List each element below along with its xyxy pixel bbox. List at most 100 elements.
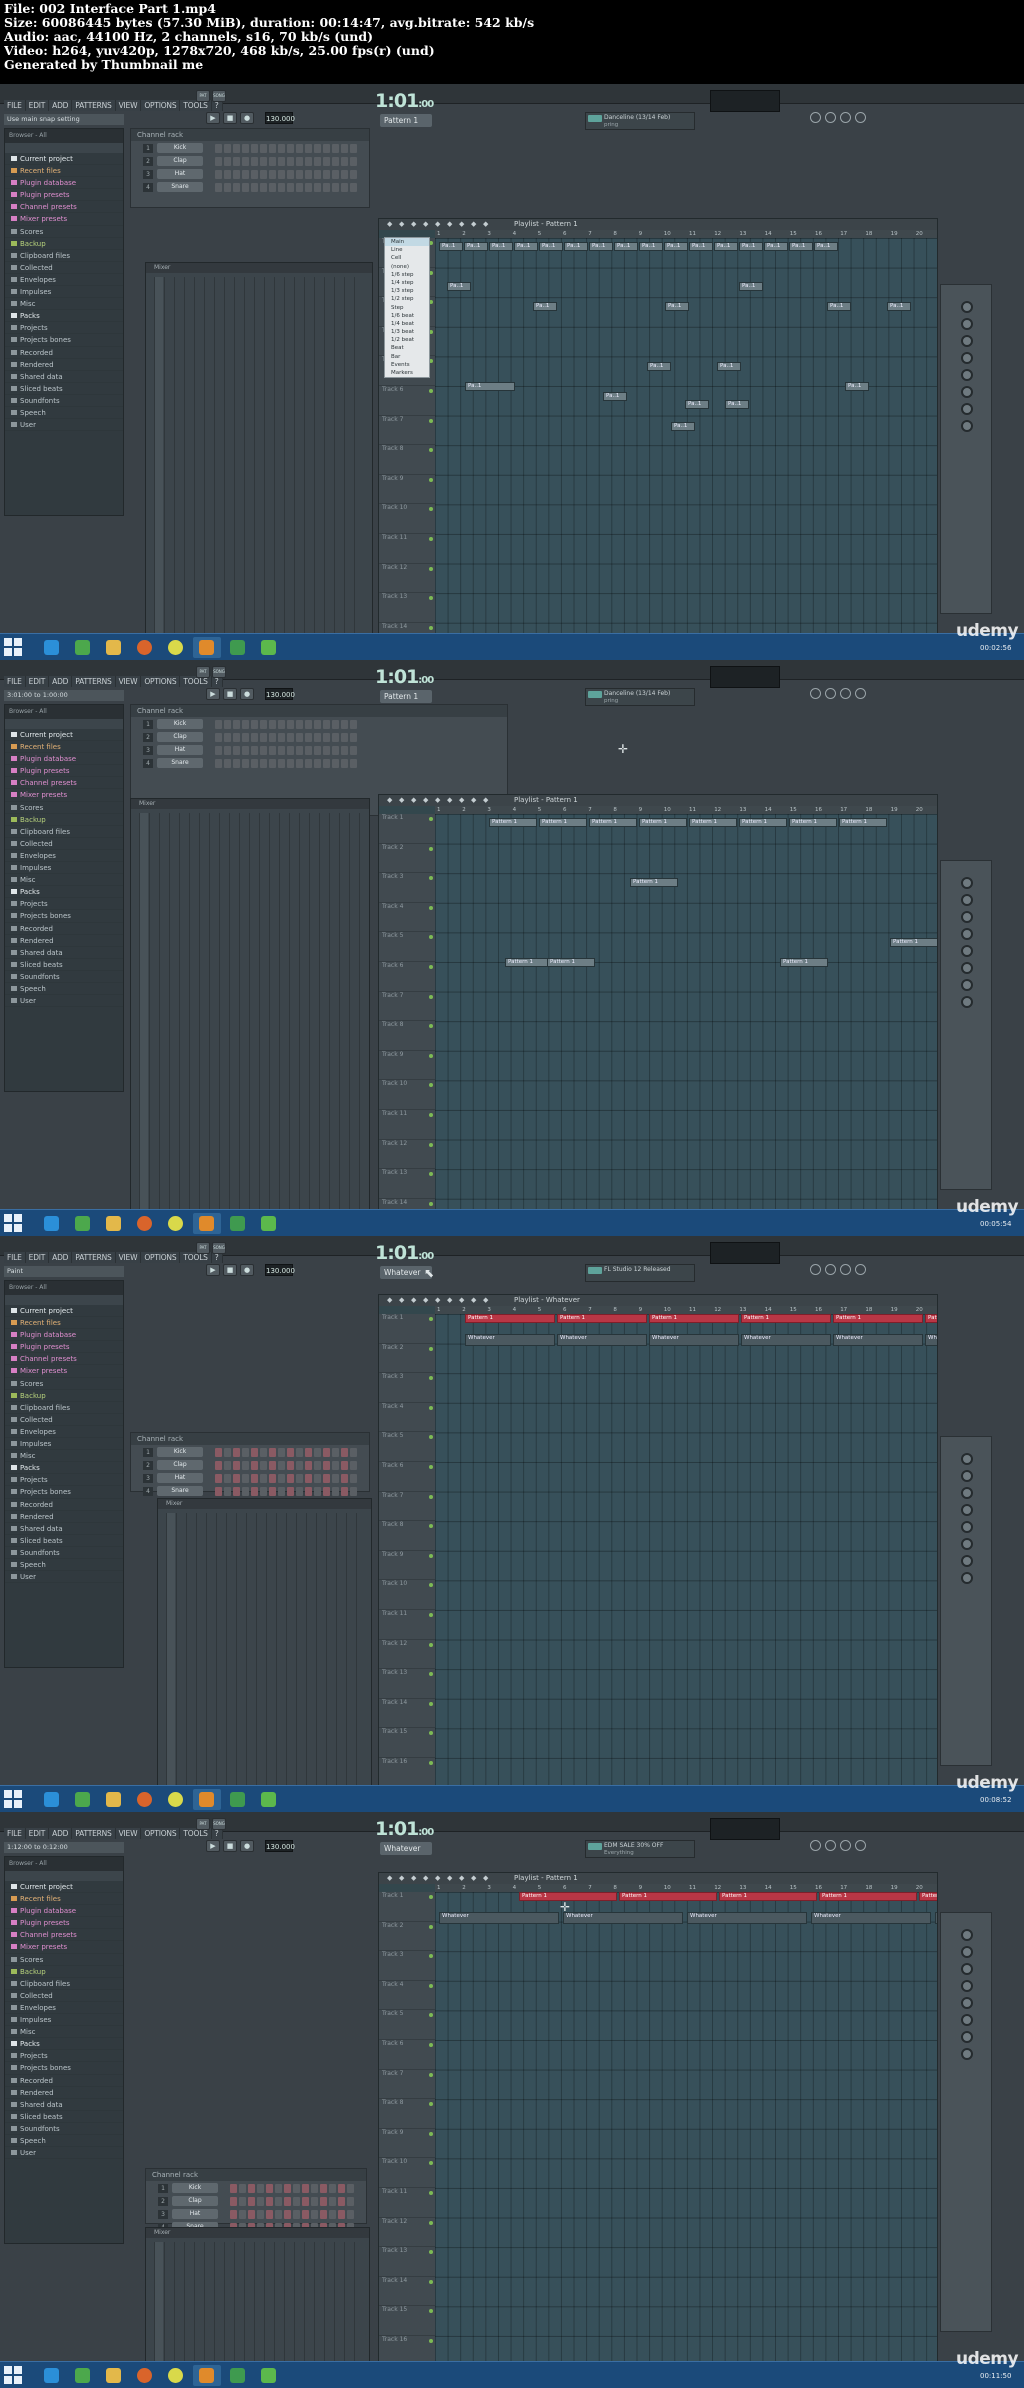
pattern-clip[interactable]: Whatever — [557, 1334, 647, 1346]
track-header[interactable]: Track 6 — [379, 2040, 435, 2070]
browser-item[interactable]: Impulses — [5, 286, 123, 299]
browser-item[interactable]: Clipboard files — [5, 250, 123, 262]
track-header[interactable]: Track 9 — [379, 2129, 435, 2159]
step-button[interactable] — [233, 183, 240, 192]
browser-item[interactable]: Mixer presets — [5, 1365, 123, 1378]
step-button[interactable] — [341, 1487, 348, 1496]
snap-option[interactable]: Step — [385, 304, 429, 312]
play-button[interactable]: ▶ — [206, 688, 220, 700]
step-button[interactable] — [260, 1461, 267, 1470]
step-button[interactable] — [278, 144, 285, 153]
browser-item[interactable]: Soundfonts — [5, 1547, 123, 1559]
step-button[interactable] — [314, 746, 321, 755]
mixer-strip[interactable] — [234, 277, 243, 651]
track-header[interactable]: Track 5 — [379, 1432, 435, 1462]
track-header[interactable]: Track 16 — [379, 1758, 435, 1788]
pattern-clip[interactable]: Pattern 1 — [839, 818, 887, 827]
step-button[interactable] — [224, 144, 231, 153]
insert-knob[interactable] — [961, 877, 973, 889]
step-button[interactable] — [305, 746, 312, 755]
windows-start-icon[interactable] — [4, 1214, 22, 1232]
step-button[interactable] — [305, 733, 312, 742]
snap-option[interactable]: 1/2 beat — [385, 336, 429, 344]
store-icon[interactable] — [69, 1789, 97, 1810]
step-button[interactable] — [251, 144, 258, 153]
mute-icon[interactable]: ◆ — [435, 1874, 440, 1882]
pattern-clip[interactable]: Pa..1 — [447, 282, 471, 291]
step-button[interactable] — [224, 746, 231, 755]
step-button[interactable] — [215, 733, 222, 742]
insert-knob[interactable] — [961, 1963, 973, 1975]
mixer-strip[interactable] — [196, 1513, 205, 1803]
step-button[interactable] — [266, 2184, 273, 2193]
pattern-clip[interactable]: Pattern 1 — [489, 818, 537, 827]
mixer-strip[interactable] — [254, 2242, 263, 2379]
mixer-strip[interactable] — [194, 2242, 203, 2379]
step-button[interactable] — [215, 1448, 222, 1457]
channel-mixer-number[interactable]: 4 — [143, 759, 153, 768]
step-button[interactable] — [275, 2197, 282, 2206]
browser-item[interactable]: Projects bones — [5, 2062, 123, 2075]
pattern-clip[interactable]: Pa..1 — [533, 302, 557, 311]
mixer-strip[interactable] — [176, 1513, 185, 1803]
pattern-clip[interactable]: Pattern 1 — [649, 1314, 739, 1323]
insert-knob[interactable] — [961, 996, 973, 1008]
step-button[interactable] — [260, 183, 267, 192]
paint-icon[interactable]: ◆ — [411, 220, 416, 228]
browser-item[interactable]: Plugin presets — [5, 189, 123, 202]
zoom-icon[interactable]: ◆ — [471, 1296, 476, 1304]
step-button[interactable] — [269, 170, 276, 179]
help-icon[interactable] — [855, 112, 866, 123]
pattern-clip[interactable]: Whatever — [833, 1334, 923, 1346]
pattern-clip[interactable]: Pattern 1 — [619, 1892, 717, 1901]
snap-option[interactable]: 1/4 beat — [385, 320, 429, 328]
mixer-strip[interactable] — [154, 277, 163, 651]
mixer-strip[interactable] — [264, 277, 273, 651]
mixer-strip[interactable] — [174, 277, 183, 651]
browser-item[interactable]: Collected — [5, 1990, 123, 2002]
browser-item[interactable]: User — [5, 995, 123, 1008]
step-button[interactable] — [230, 2210, 237, 2219]
step-button[interactable] — [260, 1487, 267, 1496]
mixer-strip[interactable] — [234, 2242, 243, 2379]
channel-name-button[interactable]: Snare — [157, 758, 203, 768]
pattern-clip[interactable]: Pa..1 — [589, 242, 613, 251]
store-icon[interactable] — [69, 637, 97, 658]
step-button[interactable] — [302, 2210, 309, 2219]
tempo-display[interactable]: 130.000 — [265, 688, 295, 700]
fl-studio-icon[interactable] — [193, 2365, 221, 2386]
step-button[interactable] — [278, 1461, 285, 1470]
insert-knob[interactable] — [961, 301, 973, 313]
step-button[interactable] — [224, 720, 231, 729]
paint-icon[interactable]: ◆ — [411, 1296, 416, 1304]
mixer-strip[interactable] — [159, 813, 168, 1227]
step-button[interactable] — [329, 2210, 336, 2219]
camtasia-recorder-icon[interactable] — [255, 637, 283, 658]
step-button[interactable] — [233, 1448, 240, 1457]
delete-icon[interactable]: ◆ — [423, 1296, 428, 1304]
pattern-clip[interactable]: Whatever — [563, 1912, 683, 1924]
pattern-mode-button[interactable]: PAT — [196, 1242, 210, 1254]
channel-mixer-number[interactable]: 2 — [158, 2197, 168, 2206]
browser-item[interactable]: Projects bones — [5, 334, 123, 347]
record-button[interactable]: ● — [240, 688, 254, 700]
step-button[interactable] — [251, 720, 258, 729]
mixer-strip[interactable] — [254, 277, 263, 651]
step-button[interactable] — [224, 183, 231, 192]
mixer-strip[interactable] — [194, 277, 203, 651]
browser-item[interactable]: Current project — [5, 1305, 123, 1318]
track-header[interactable]: Track 13 — [379, 1169, 435, 1199]
pattern-clip[interactable]: Pa..1 — [465, 382, 515, 391]
browser-item[interactable]: Speech — [5, 407, 123, 420]
browser-item[interactable]: Soundfonts — [5, 971, 123, 983]
mixer-strip[interactable] — [174, 2242, 183, 2379]
track-header[interactable]: Track 1 — [379, 1314, 435, 1344]
snap-option[interactable]: 1/4 step — [385, 279, 429, 287]
track-header[interactable]: Track 7 — [379, 1492, 435, 1522]
track-header[interactable]: Track 2 — [379, 1922, 435, 1952]
step-button[interactable] — [215, 170, 222, 179]
zoom-icon[interactable]: ◆ — [471, 220, 476, 228]
step-button[interactable] — [230, 2184, 237, 2193]
windows-start-icon[interactable] — [4, 1790, 22, 1808]
browser-item[interactable]: Mixer presets — [5, 1941, 123, 1954]
